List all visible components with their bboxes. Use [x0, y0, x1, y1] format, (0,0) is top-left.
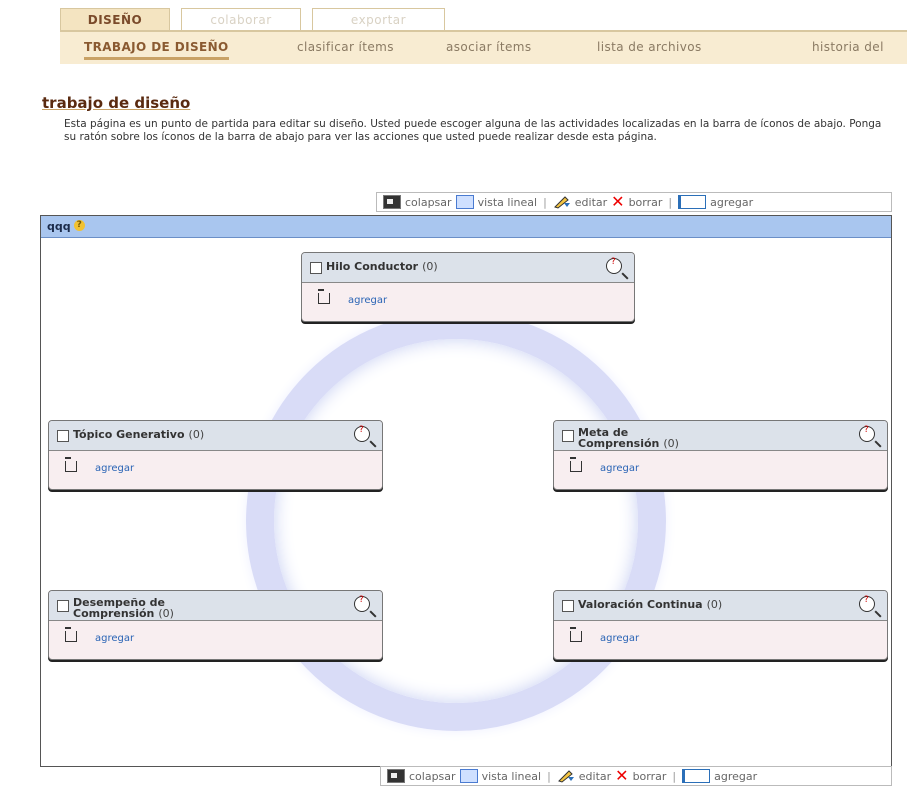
add-button[interactable]: agregar: [678, 195, 753, 209]
separator: |: [543, 195, 547, 209]
item-add-link[interactable]: agregar: [570, 627, 639, 644]
item-checkbox[interactable]: [310, 262, 322, 274]
item-checkbox[interactable]: [57, 600, 69, 612]
separator: |: [668, 195, 673, 209]
linear-view-button[interactable]: vista lineal: [459, 769, 542, 783]
subtab-clasificar-items[interactable]: clasificar ítems: [297, 40, 394, 54]
add-item-icon: [65, 627, 77, 642]
delete-button[interactable]: ✕ borrar: [615, 766, 667, 785]
item-title: Valoración Continua (0): [578, 598, 723, 611]
separator: |: [672, 769, 677, 783]
page-title: trabajo de diseño: [42, 94, 191, 112]
toolbar-bottom: colapsar vista lineal | editar ✕ borrar |…: [380, 766, 892, 786]
item-title: Hilo Conductor (0): [326, 260, 438, 273]
add-label: agregar: [710, 195, 754, 209]
delete-label: borrar: [628, 195, 663, 209]
item-title: Meta de Comprensión (0): [578, 426, 679, 450]
tab-exportar[interactable]: exportar: [312, 8, 445, 30]
item-add-link[interactable]: agregar: [318, 289, 387, 306]
linear-view-icon: [459, 769, 478, 783]
item-checkbox[interactable]: [562, 430, 574, 442]
item-box-header: Hilo Conductor (0): [302, 253, 634, 283]
subtab-trabajo-de-diseno[interactable]: TRABAJO DE DISEÑO: [84, 40, 229, 60]
subtab-historia-del[interactable]: historia del: [812, 40, 884, 54]
add-icon: [682, 769, 711, 783]
tab-colaborar[interactable]: colaborar: [181, 8, 301, 30]
page-intro: Esta página es un punto de partida para …: [64, 118, 882, 143]
delete-label: borrar: [632, 769, 667, 783]
item-box-hilo-conductor: Hilo Conductor(0) agregar: [301, 252, 635, 322]
edit-label: editar: [578, 769, 612, 783]
panel-header: qqq: [41, 214, 891, 238]
linear-view-label: vista lineal: [481, 769, 542, 783]
item-box-header: Valoración Continua (0): [554, 591, 887, 621]
subtabs-bar: TRABAJO DE DISEÑO clasificar ítems asoci…: [60, 30, 907, 64]
linear-view-icon: [455, 195, 474, 209]
collapse-label: colapsar: [409, 769, 456, 783]
panel-title: qqq: [47, 220, 71, 233]
item-box-meta-de-comprension: Meta de Comprensión(0) agregar: [553, 420, 888, 490]
collapse-icon: [383, 195, 401, 209]
item-title: Tópico Generativo (0): [73, 428, 205, 441]
add-item-icon: [318, 289, 330, 304]
subtab-asociar-items[interactable]: asociar ítems: [446, 40, 532, 54]
add-item-icon: [570, 627, 582, 642]
item-add-link[interactable]: agregar: [570, 457, 639, 474]
linear-view-label: vista lineal: [477, 195, 538, 209]
add-label: agregar: [714, 769, 758, 783]
separator: |: [547, 769, 551, 783]
collapse-button[interactable]: colapsar: [387, 769, 456, 783]
edit-button[interactable]: editar: [557, 769, 611, 783]
collapse-button[interactable]: colapsar: [383, 195, 452, 209]
edit-label: editar: [574, 195, 608, 209]
add-item-icon: [65, 457, 77, 472]
zoom-help-icon[interactable]: [354, 595, 370, 612]
item-box-header: Desempeño de Comprensión (0): [49, 591, 382, 621]
delete-button[interactable]: ✕ borrar: [611, 192, 663, 211]
pencil-icon: [553, 195, 571, 209]
tab-diseno[interactable]: DISEÑO: [60, 8, 170, 30]
toolbar-top: colapsar vista lineal | editar ✕ borrar |…: [376, 192, 892, 212]
edit-button[interactable]: editar: [553, 195, 607, 209]
item-checkbox[interactable]: [57, 430, 69, 442]
collapse-icon: [387, 769, 405, 783]
zoom-help-icon[interactable]: [859, 595, 875, 612]
zoom-help-icon[interactable]: [606, 257, 622, 274]
item-add-link[interactable]: agregar: [65, 457, 134, 474]
delete-x-icon: ✕: [615, 766, 629, 785]
item-checkbox[interactable]: [562, 600, 574, 612]
help-icon[interactable]: [73, 214, 85, 236]
zoom-help-icon[interactable]: [859, 425, 875, 442]
item-box-valoracion-continua: Valoración Continua(0) agregar: [553, 590, 888, 660]
collapse-label: colapsar: [405, 195, 452, 209]
item-box-desempeno-de-comprension: Desempeño de Comprensión(0) agregar: [48, 590, 383, 660]
add-icon: [678, 195, 707, 209]
add-button[interactable]: agregar: [682, 769, 757, 783]
subtab-lista-de-archivos[interactable]: lista de archivos: [597, 40, 702, 54]
design-ring: [246, 311, 666, 731]
item-box-header: Tópico Generativo (0): [49, 421, 382, 451]
item-add-link[interactable]: agregar: [65, 627, 134, 644]
item-box-topico-generativo: Tópico Generativo(0) agregar: [48, 420, 383, 490]
zoom-help-icon[interactable]: [354, 425, 370, 442]
add-item-icon: [570, 457, 582, 472]
item-title: Desempeño de Comprensión (0): [73, 596, 174, 620]
pencil-icon: [557, 769, 575, 783]
item-box-header: Meta de Comprensión (0): [554, 421, 887, 451]
design-panel: qqq Hilo Conductor(0) agregar Tópico Gen…: [40, 214, 892, 767]
delete-x-icon: ✕: [611, 192, 625, 211]
linear-view-button[interactable]: vista lineal: [455, 195, 538, 209]
